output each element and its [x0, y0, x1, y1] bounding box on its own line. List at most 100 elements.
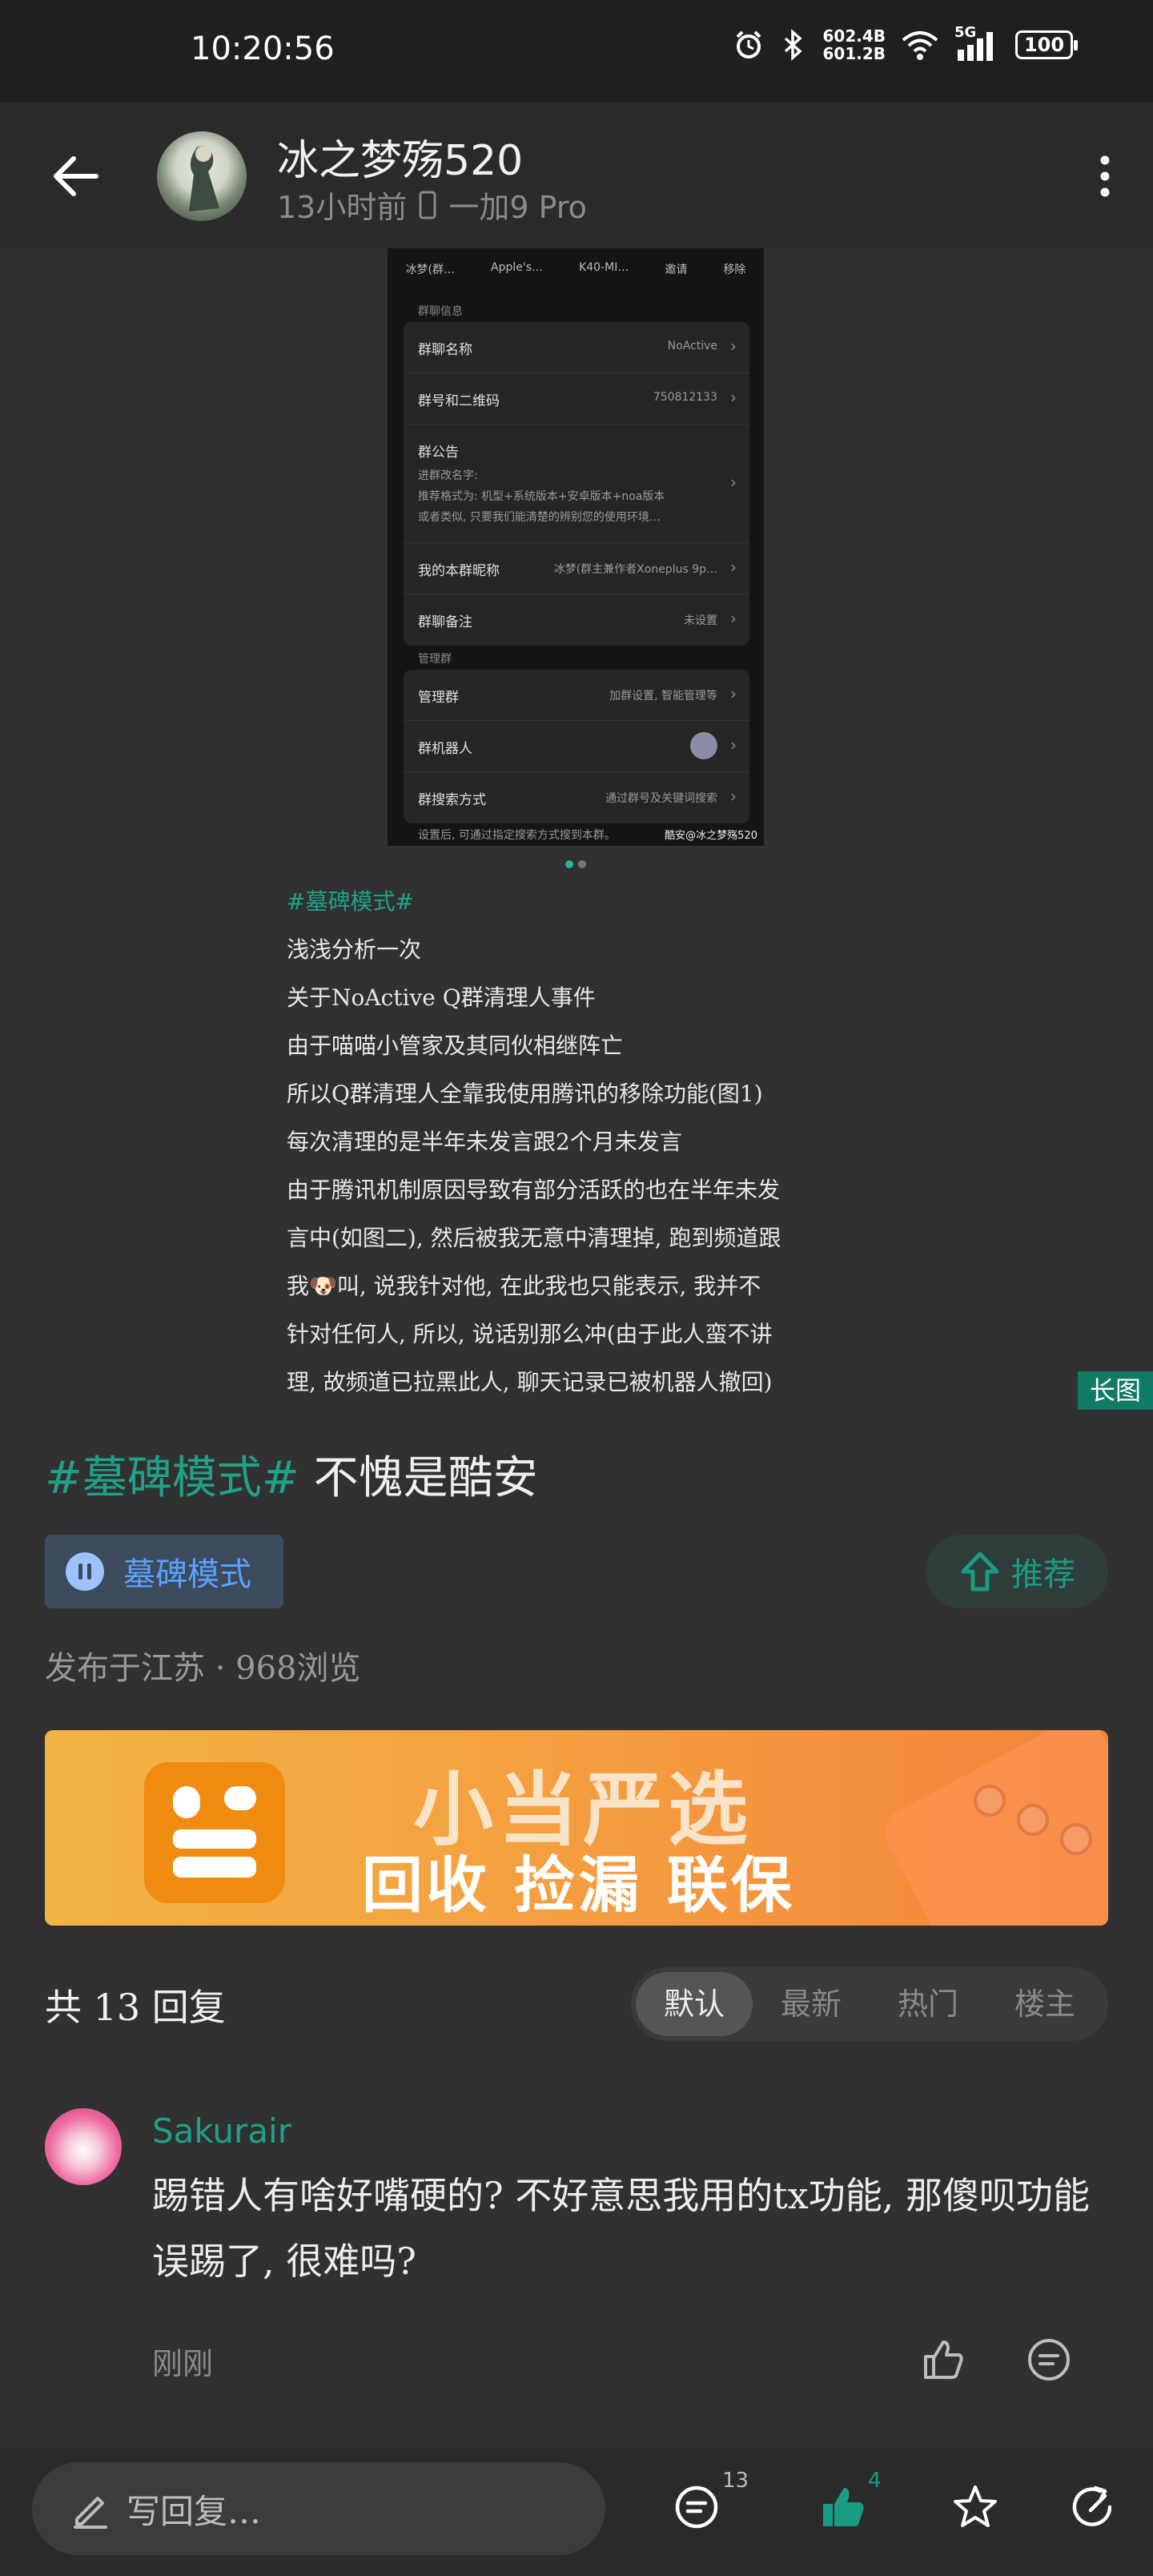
topic-chip[interactable]: 墓碑模式	[45, 1535, 283, 1608]
image-pager	[565, 860, 586, 868]
reply-composer[interactable]: 写回复…	[32, 2462, 605, 2555]
row-label: 管理群	[418, 690, 459, 706]
long-image-badge: 长图	[1078, 1371, 1153, 1410]
row-label: 群聊名称	[418, 342, 472, 358]
chevron-right-icon: ›	[730, 684, 737, 703]
image-text-line: 针对任何人, 所以, 说话别那么冲(由于此人蛮不讲	[287, 1321, 773, 1347]
status-icons: 602.4B 601.2B 5G 100	[733, 24, 1078, 63]
reply-count-badge: 13	[722, 2469, 749, 2493]
announce-row: 群公告 进群改名字: 推荐格式为: 机型+系统版本+安卓版本+noa版本 或者类…	[404, 425, 749, 543]
post-header: 冰之梦殇520 13小时前 一加9 Pro	[0, 103, 1153, 248]
sort-tabs: 默认 最新 热门 楼主	[631, 1967, 1108, 2041]
chevron-right-icon: ›	[730, 336, 737, 356]
back-arrow-icon[interactable]	[45, 144, 109, 208]
image-text-line: 由于喵喵小管家及其同伙相继阵亡	[287, 1032, 624, 1059]
announce-text: 进群改名字: 推荐格式为: 机型+系统版本+安卓版本+noa版本 或者类似, 只…	[418, 465, 735, 528]
recommend-button[interactable]: 推荐	[926, 1535, 1108, 1608]
ad-banner[interactable]: 小当严选 回收 捡漏 联保	[45, 1730, 1108, 1926]
pager-dot	[578, 860, 586, 868]
search-mode-row: 群搜索方式 通过群号及关键词搜索 ›	[404, 772, 749, 823]
tab-default[interactable]: 默认	[636, 1972, 753, 2036]
announce-line: 推荐格式为: 机型+系统版本+安卓版本+noa版本	[418, 490, 665, 503]
announce-line: 或者类似, 只要我们能清楚的辨别您的使用环境…	[418, 511, 661, 524]
image-text-tag: #墓碑模式#	[287, 888, 414, 915]
comment-time: 刚刚	[152, 2346, 214, 2381]
star-icon[interactable]	[951, 2483, 999, 2531]
author-avatar[interactable]	[157, 131, 247, 221]
device-name: 一加9 Pro	[448, 190, 587, 225]
net-down: 601.2B	[822, 44, 886, 63]
share-icon[interactable]	[1070, 2483, 1118, 2531]
wifi-icon	[902, 31, 938, 60]
reply-count: 共 13 回复	[45, 1986, 226, 2029]
robot-icon	[690, 732, 717, 759]
more-menu-icon[interactable]	[1089, 152, 1121, 200]
group-name-row: 群聊名称 NoActive ›	[404, 322, 749, 373]
like-button[interactable]: 4	[818, 2469, 882, 2531]
net-up: 602.4B	[822, 26, 886, 46]
status-bar: 10:20:56 602.4B 601.2B 5G 100	[0, 0, 1153, 103]
image-text-line: 言中(如图二), 然后被我无意中清理掉, 跑到频道跟	[287, 1225, 781, 1251]
comment-bubble-icon[interactable]	[1025, 2336, 1073, 2384]
comment-bubble-icon	[675, 2485, 718, 2529]
row-label: 群聊备注	[418, 614, 472, 630]
member-label: 邀请	[665, 264, 688, 276]
ad-camera-graphic	[974, 1785, 1006, 1817]
post-time: 13小时前	[277, 190, 408, 225]
robot-row: 群机器人 ›	[404, 721, 749, 772]
image-text-block: #墓碑模式# 浅浅分析一次 关于NoActive Q群清理人事件 由于喵喵小管家…	[287, 878, 879, 1407]
row-value: 冰梦(群主兼作者Xoneplus 9p…	[553, 563, 717, 576]
comment-text[interactable]: 踢错人有啥好嘴硬的? 不好意思我用的tx功能, 那傻呗功能误踢了, 很难吗?	[152, 2163, 1113, 2294]
watermark: 酷安@冰之梦殇520	[665, 830, 757, 842]
image-text-line: 我🐶叫, 说我针对他, 在此我也只能表示, 我并不	[287, 1273, 761, 1299]
post-image[interactable]: 冰梦(群… Apple's… K40-MI… 邀请 移除 群聊信息 群聊名称 No…	[388, 248, 764, 846]
chevron-right-icon: ›	[730, 735, 737, 755]
member-label: K40-MI…	[579, 261, 629, 274]
section-label: 群聊信息	[418, 305, 463, 318]
remark-row: 群聊备注 未设置 ›	[404, 594, 749, 646]
commenter-avatar[interactable]	[45, 2108, 122, 2185]
recommend-label: 推荐	[1011, 1556, 1075, 1593]
row-label: 群搜索方式	[418, 792, 486, 808]
tab-hot[interactable]: 热门	[870, 1972, 986, 2036]
alarm-icon	[737, 30, 761, 58]
tab-latest[interactable]: 最新	[753, 1972, 870, 2036]
chevron-right-icon: ›	[730, 388, 737, 407]
image-footer: 设置后, 可通过指定搜索方式搜到本群。	[418, 829, 616, 842]
nickname-row: 我的本群昵称 冰梦(群主兼作者Xoneplus 9p… ›	[404, 543, 749, 594]
announce-line: 进群改名字:	[418, 469, 478, 482]
reply-placeholder: 写回复…	[127, 2491, 262, 2531]
image-text-line: 关于NoActive Q群清理人事件	[287, 984, 596, 1011]
member-label: Apple's…	[491, 261, 544, 274]
image-text-line: 浅浅分析一次	[287, 936, 422, 963]
topic-pause-icon	[66, 1552, 104, 1591]
reply-count-button[interactable]: 13	[673, 2469, 749, 2531]
pager-dot-active	[565, 860, 573, 868]
group-info-card: 群聊名称 NoActive › 群号和二维码 750812133 › 群公告 进群改名字…	[404, 322, 749, 646]
clock: 10:20:56	[191, 30, 335, 67]
image-text-line: 由于腾讯机制原因导致有部分活跃的也在半年未发	[287, 1177, 781, 1203]
view-count: 968浏览	[235, 1650, 361, 1687]
title-tag[interactable]: #墓碑模式#	[45, 1452, 299, 1504]
bluetooth-icon	[785, 29, 803, 61]
row-label: 我的本群昵称	[418, 563, 500, 579]
chevron-right-icon: ›	[730, 557, 737, 577]
bottom-action-bar: 写回复… 13 4	[0, 2448, 1153, 2576]
commenter-name[interactable]: Sakurair	[152, 2111, 291, 2151]
ad-subline: 回收 捡漏 联保	[362, 1849, 795, 1921]
manage-row: 管理群 加群设置, 智能管理等 ›	[404, 670, 749, 721]
thumbs-up-filled-icon	[823, 2488, 864, 2526]
post-title: #墓碑模式# 不愧是酷安	[45, 1442, 538, 1507]
phone-icon	[419, 191, 436, 219]
ad-camera-graphic	[1060, 1823, 1092, 1855]
publish-location: 发布于江苏	[45, 1650, 205, 1687]
author-name[interactable]: 冰之梦殇520	[277, 127, 523, 187]
row-label: 群机器人	[418, 741, 472, 757]
member-label: 移除	[723, 264, 746, 276]
row-value: 未设置	[684, 614, 717, 627]
row-value: 750812133	[653, 391, 717, 404]
thumbs-up-icon[interactable]	[919, 2336, 967, 2384]
avatar-figure	[189, 146, 219, 211]
cell-signal-icon: 5G	[954, 24, 1001, 61]
tab-op[interactable]: 楼主	[986, 1972, 1103, 2036]
